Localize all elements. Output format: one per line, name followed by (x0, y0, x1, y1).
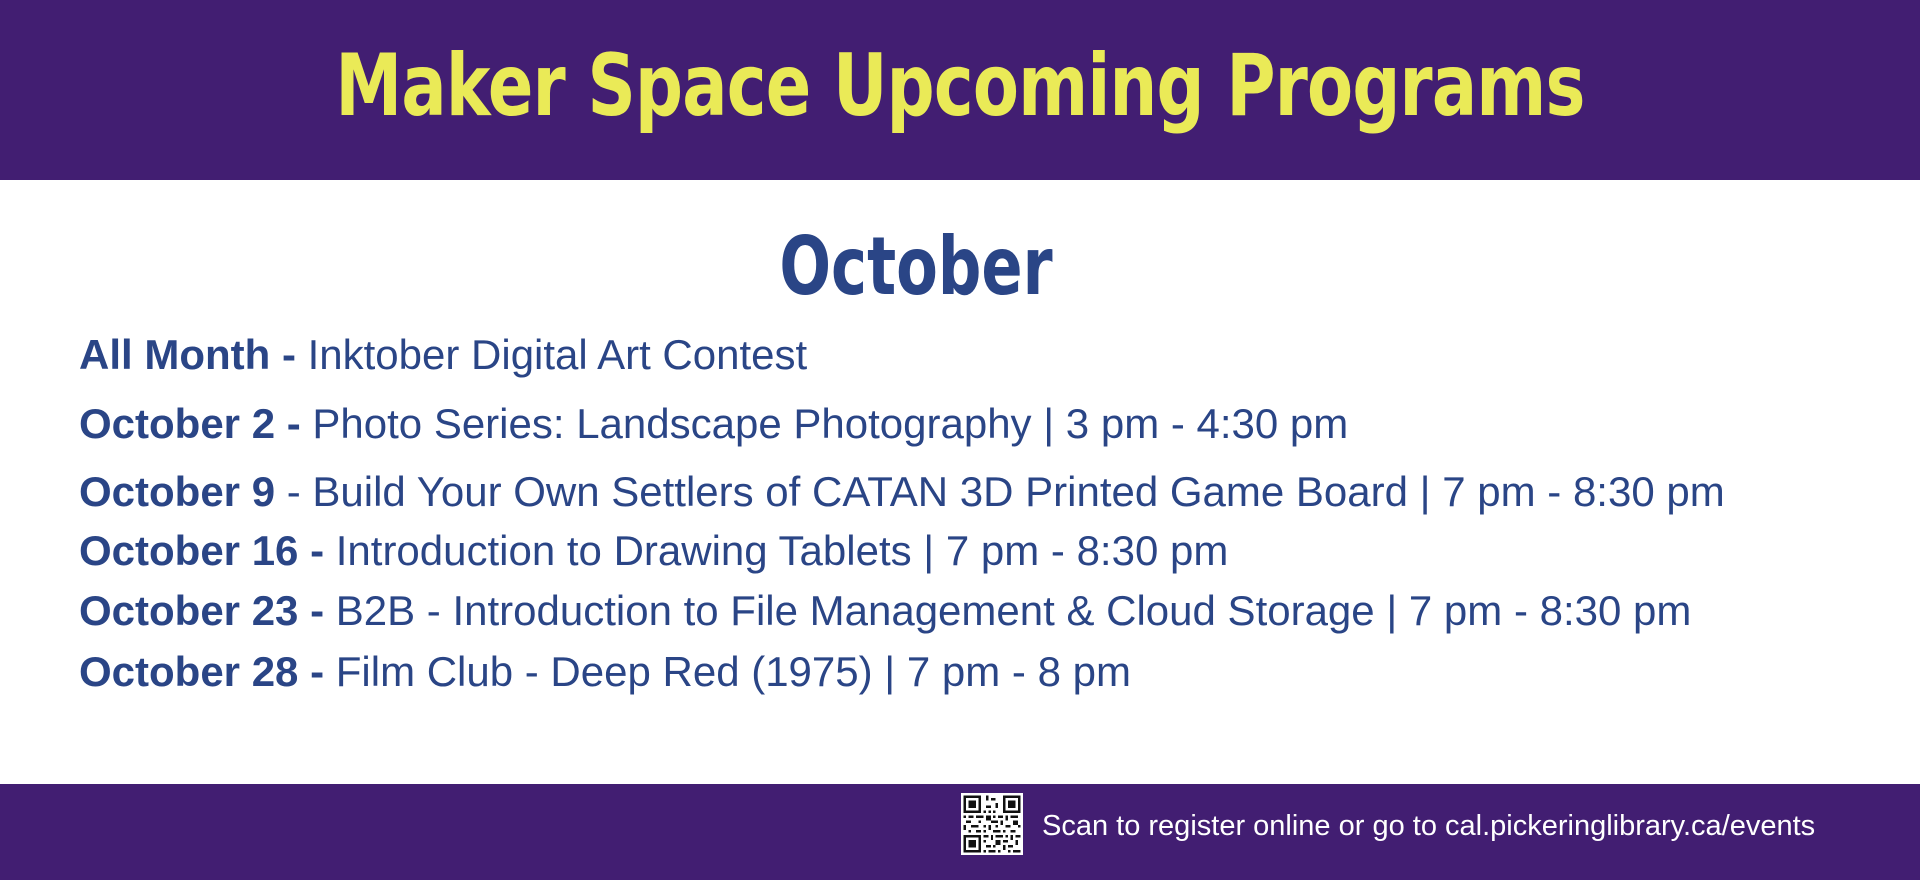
event-date: October 28 - (79, 648, 325, 695)
event-date: October 23 - (79, 587, 325, 634)
event-description: Inktober Digital Art Contest (295, 331, 808, 378)
event-description: Film Club - Deep Red (1975) | 7 pm - 8 p… (324, 648, 1131, 695)
event-list: All Month - Inktober Digital Art Contest… (79, 0, 1879, 720)
event-item: October 2 - Photo Series: Landscape Phot… (79, 399, 1348, 449)
event-description: Photo Series: Landscape Photography | 3 … (300, 400, 1349, 447)
event-date: October 16 - (79, 527, 325, 574)
event-description: Introduction to Drawing Tablets | 7 pm -… (324, 527, 1229, 574)
event-date: All Month - (79, 331, 296, 378)
register-instructions: Scan to register online or go to cal.pic… (1042, 810, 1816, 842)
event-item: October 16 - Introduction to Drawing Tab… (79, 526, 1228, 576)
qr-code-graphic (961, 793, 1023, 855)
event-item: October 9 - Build Your Own Settlers of C… (79, 467, 1725, 517)
event-date: October 2 - (79, 400, 301, 447)
event-item: October 23 - B2B - Introduction to File … (79, 586, 1691, 636)
event-description: - Build Your Own Settlers of CATAN 3D Pr… (275, 468, 1725, 515)
event-item: All Month - Inktober Digital Art Contest (79, 330, 807, 380)
event-date: October 9 (79, 468, 276, 515)
event-description: B2B - Introduction to File Management & … (324, 587, 1692, 634)
qr-code-icon[interactable] (961, 793, 1023, 855)
event-item: October 28 - Film Club - Deep Red (1975)… (79, 647, 1131, 697)
